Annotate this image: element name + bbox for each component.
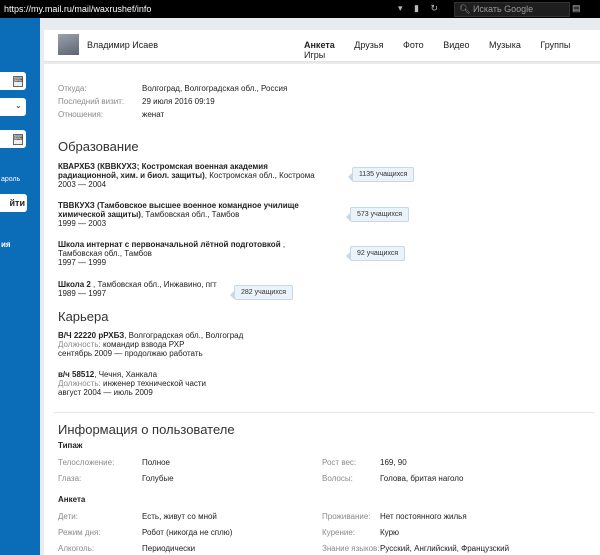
- tab-games[interactable]: Игры: [304, 50, 325, 60]
- reload-icon[interactable]: ↻: [431, 3, 439, 13]
- dropdown-icon[interactable]: ▾: [398, 3, 403, 13]
- info-pair-row: Алкоголь: Периодически Знание языков:Русск…: [58, 544, 510, 553]
- type-subheading: Типаж: [58, 441, 83, 450]
- keyboard-icon: ⌨: [13, 134, 23, 145]
- school-item: Школа 2 , Тамбовская обл., Инжавино, пгт…: [58, 280, 217, 298]
- browser-toolbar: https://my.mail.ru/mail/waxrushef/info ▾…: [0, 0, 600, 18]
- students-badge[interactable]: 282 учащихся: [229, 285, 294, 300]
- job-item: в/ч 58512, Чечня, Ханкала Должность: инж…: [58, 370, 207, 397]
- school-item: ТВВКУХЗ (Тамбовское высшее военное коман…: [58, 201, 299, 228]
- career-heading: Карьера: [58, 309, 109, 324]
- remember-row: [0, 148, 26, 158]
- user-info-heading: Информация о пользователе: [58, 422, 235, 437]
- job-link[interactable]: в/ч 58512: [58, 370, 94, 379]
- info-pair-row: Режим дня: Робот (никогда не сплю) Курение…: [58, 528, 400, 537]
- browser-icons: ▾ ▮ ↻: [398, 3, 447, 14]
- info-row-relations: Отношения: женат: [58, 110, 165, 119]
- user-name[interactable]: Владимир Исаев: [87, 40, 158, 50]
- login-field[interactable]: ⌨: [0, 72, 26, 90]
- address-bar[interactable]: https://my.mail.ru/mail/waxrushef/info: [4, 4, 151, 14]
- profile-content: Откуда: Волгоград, Волгоградская обл., Ро…: [44, 64, 600, 555]
- forgot-password-link[interactable]: ароль: [1, 176, 20, 183]
- registration-link[interactable]: ия: [1, 240, 11, 249]
- school-item: Школа интернат с первоначальной лётной п…: [58, 240, 286, 267]
- search-icon: 🔍︎: [459, 4, 473, 14]
- students-badge[interactable]: 1135 учащихся: [347, 167, 415, 182]
- domain-select[interactable]: ⌄: [0, 98, 26, 116]
- school-link[interactable]: ТВВКУХЗ (Тамбовское высшее военное коман…: [58, 201, 299, 210]
- section-divider: [54, 412, 594, 413]
- students-badge[interactable]: 573 учащихся: [345, 207, 410, 222]
- tab-groups[interactable]: Группы: [540, 40, 570, 50]
- tab-anketa[interactable]: Анкета: [304, 40, 335, 50]
- avatar[interactable]: [58, 34, 79, 55]
- job-link[interactable]: В/Ч 22220 рРХБЗ: [58, 331, 124, 340]
- info-pair-row: Дети: Есть, живут со мной Проживание: Нет п…: [58, 512, 467, 521]
- school-link[interactable]: Школа 2: [58, 280, 91, 289]
- tab-friends[interactable]: Друзья: [354, 40, 383, 50]
- info-row-from: Откуда: Волгоград, Волгоградская обл., Ро…: [58, 84, 288, 93]
- profile-nav: Анкета Друзья Фото Видео Музыка Группы И…: [304, 40, 600, 60]
- tab-photo[interactable]: Фото: [403, 40, 424, 50]
- school-link[interactable]: Школа интернат с первоначальной лётной п…: [58, 240, 281, 249]
- students-badge[interactable]: 92 учащихся: [345, 246, 406, 261]
- school-link[interactable]: КВАРХБЗ (КВВКУХЗ; Костромская военная ак…: [58, 162, 268, 171]
- extension-icon[interactable]: ▤: [572, 3, 581, 14]
- login-button[interactable]: йти: [0, 194, 27, 212]
- profile-header: Владимир Исаев Анкета Друзья Фото Видео …: [44, 30, 600, 62]
- form-subheading: Анкета: [58, 495, 86, 504]
- password-field[interactable]: ⌨: [0, 130, 26, 148]
- login-sidebar: ⌨ ⌄ ⌨ ароль йти ия: [0, 18, 40, 555]
- info-pair-row: Телосложение: Полное Рост вес: 169, 90: [58, 458, 407, 467]
- chevron-down-icon: ⌄: [15, 101, 22, 110]
- info-row-last-visit: Последний визит: 29 июля 2016 09:19: [58, 97, 215, 106]
- info-pair-row: Глаза: Голубые Волосы: Голова, бритая нагол…: [58, 474, 464, 483]
- job-item: В/Ч 22220 рРХБЗ, Волгоградская обл., Вол…: [58, 331, 244, 358]
- school-item: КВАРХБЗ (КВВКУХЗ; Костромская военная ак…: [58, 162, 315, 189]
- tab-music[interactable]: Музыка: [489, 40, 521, 50]
- browser-search-input[interactable]: 🔍︎ Искать Google: [454, 2, 570, 17]
- education-heading: Образование: [58, 139, 139, 154]
- tab-video[interactable]: Видео: [443, 40, 469, 50]
- bookmark-icon[interactable]: ▮: [414, 3, 419, 13]
- keyboard-icon: ⌨: [13, 76, 23, 87]
